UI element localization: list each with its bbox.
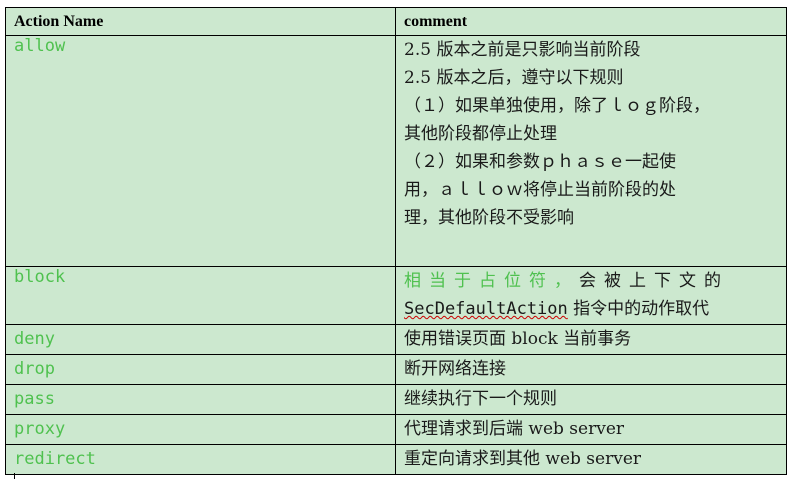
comment-text: 会被上下文的	[579, 271, 729, 291]
action-name-redirect: redirect	[5, 444, 396, 475]
table-row: drop 断开网络连接	[5, 354, 787, 385]
action-name-proxy: proxy	[5, 414, 396, 445]
comment-deny: 使用错误页面 block 当前事务	[395, 324, 787, 355]
comment-line: SecDefaultAction 指令中的动作取代	[404, 295, 778, 323]
table-row: proxy 代理请求到后端 web server	[5, 414, 787, 445]
comment-allow: 2.5 版本之前是只影响当前阶段 2.5 版本之后，遵守以下规则 （１）如果单独…	[395, 35, 787, 267]
action-name-pass: pass	[5, 384, 396, 415]
comment-line: 相当于占位符，会被上下文的	[404, 267, 778, 295]
table-row: block 相当于占位符，会被上下文的 SecDefaultAction 指令中…	[5, 266, 787, 325]
comment-text: 指令中的动作取代	[567, 299, 710, 319]
highlight-text: 相当于占位符，	[404, 271, 579, 291]
header-action-name: Action Name	[5, 7, 396, 36]
table-row: redirect 重定向请求到其他 web server	[5, 444, 787, 475]
action-name-deny: deny	[5, 324, 396, 355]
comment-pass: 继续执行下一个规则	[395, 384, 787, 415]
comment-drop: 断开网络连接	[395, 354, 787, 385]
text-cursor	[14, 473, 15, 479]
table-row: allow 2.5 版本之前是只影响当前阶段 2.5 版本之后，遵守以下规则 （…	[5, 35, 787, 267]
comment-line: 其他阶段都停止处理	[404, 124, 557, 144]
action-name-block: block	[5, 266, 396, 325]
comment-line: 2.5 版本之后，遵守以下规则	[404, 68, 624, 88]
code-secdefaultaction: SecDefaultAction	[404, 299, 568, 319]
comment-line: （２）如果和参数ｐｈａｓｅ一起使	[404, 152, 676, 172]
comment-line: （１）如果单独使用，除了ｌｏｇ阶段，	[404, 96, 710, 116]
comment-redirect: 重定向请求到其他 web server	[395, 444, 787, 475]
table-row: pass 继续执行下一个规则	[5, 384, 787, 415]
header-row: Action Name comment	[5, 7, 787, 36]
comment-proxy: 代理请求到后端 web server	[395, 414, 787, 445]
comment-line: 理，其他阶段不受影响	[404, 208, 574, 228]
action-name-allow: allow	[5, 35, 396, 267]
actions-table: Action Name comment allow 2.5 版本之前是只影响当前…	[5, 7, 787, 475]
comment-line: 用，ａｌｌｏｗ将停止当前阶段的处	[404, 180, 676, 200]
comment-block: 相当于占位符，会被上下文的 SecDefaultAction 指令中的动作取代	[395, 266, 787, 325]
comment-line: 2.5 版本之前是只影响当前阶段	[404, 40, 641, 60]
action-name-drop: drop	[5, 354, 396, 385]
table-row: deny 使用错误页面 block 当前事务	[5, 324, 787, 355]
header-comment: comment	[395, 7, 787, 36]
